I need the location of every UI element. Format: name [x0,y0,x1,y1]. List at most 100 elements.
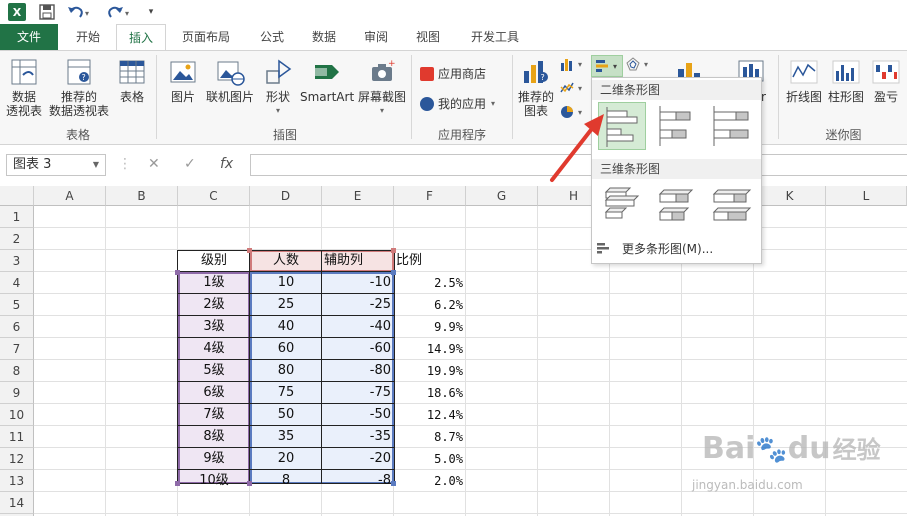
header-people[interactable]: 人数 [250,250,322,272]
3d-stacked-bar-option[interactable] [652,182,700,230]
customize-qat-icon[interactable]: ▾ [145,3,157,21]
3d-100-stacked-bar-option[interactable] [706,182,754,230]
table-cell-ratio[interactable]: 2.0% [394,470,466,492]
table-cell-ratio[interactable]: 6.2% [394,294,466,316]
column-header-c[interactable]: C [178,186,250,206]
table-cell-level[interactable]: 4级 [178,338,250,360]
row-header-5[interactable]: 5 [0,294,34,316]
name-box-dropdown-icon[interactable]: ▼ [93,155,99,175]
column-header-g[interactable]: G [466,186,538,206]
line-chart-button[interactable]: ▾ [560,81,582,95]
row-header-4[interactable]: 4 [0,272,34,294]
table-cell-ratio[interactable]: 19.9% [394,360,466,382]
tab-view[interactable]: 视图 [406,24,450,50]
row-header-1[interactable]: 1 [0,206,34,228]
range-handle[interactable] [391,248,396,253]
table-cell-people[interactable]: 75 [250,382,322,404]
tab-file[interactable]: 文件 [0,24,58,50]
enter-icon[interactable]: ✓ [184,156,196,172]
table-cell-level[interactable]: 8级 [178,426,250,448]
table-cell-helper[interactable]: -20 [322,448,394,470]
row-header-10[interactable]: 10 [0,404,34,426]
row-header-11[interactable]: 11 [0,426,34,448]
row-header-6[interactable]: 6 [0,316,34,338]
table-cell-level[interactable]: 6级 [178,382,250,404]
row-header-14[interactable]: 14 [0,492,34,514]
undo-icon[interactable]: ▾ [66,3,92,21]
table-cell-people[interactable]: 8 [250,470,322,492]
table-cell-ratio[interactable]: 9.9% [394,316,466,338]
table-cell-people[interactable]: 35 [250,426,322,448]
table-cell-ratio[interactable]: 5.0% [394,448,466,470]
screenshot-button[interactable]: + 屏幕截图 ▾ [356,55,408,118]
pivottable-button[interactable]: 数据 透视表 [4,55,44,118]
range-handle[interactable] [175,270,180,275]
range-handle[interactable] [175,481,180,486]
table-cell-level[interactable]: 1级 [178,272,250,294]
tab-page-layout[interactable]: 页面布局 [170,24,242,50]
row-header-7[interactable]: 7 [0,338,34,360]
column-header-a[interactable]: A [34,186,106,206]
more-bar-charts-link[interactable]: 更多条形图(M)... [596,238,713,258]
100-stacked-bar-option[interactable] [706,102,754,150]
tab-review[interactable]: 审阅 [354,24,398,50]
pictures-button[interactable]: 图片 [166,55,200,104]
save-icon[interactable] [38,3,56,21]
column-header-f[interactable]: F [394,186,466,206]
tab-insert[interactable]: 插入 [116,24,166,51]
table-cell-level[interactable]: 10级 [178,470,250,492]
shapes-button[interactable]: 形状 ▾ [260,55,296,118]
table-cell-level[interactable]: 9级 [178,448,250,470]
header-ratio[interactable]: 比例 [394,250,466,272]
sparkline-winloss-button[interactable]: 盈亏 [868,55,904,104]
table-cell-level[interactable]: 2级 [178,294,250,316]
table-cell-people[interactable]: 20 [250,448,322,470]
tab-developer[interactable]: 开发工具 [462,24,528,50]
table-cell-people[interactable]: 60 [250,338,322,360]
table-cell-level[interactable]: 3级 [178,316,250,338]
column-header-b[interactable]: B [106,186,178,206]
recommended-pivottables-button[interactable]: ? 推荐的 数据透视表 [46,55,112,118]
sparkline-line-button[interactable]: 折线图 [784,55,824,104]
column-chart-button[interactable]: ▾ [560,57,582,71]
table-cell-ratio[interactable]: 12.4% [394,404,466,426]
store-button[interactable]: 应用商店 [420,65,486,82]
table-cell-helper[interactable]: -8 [322,470,394,492]
table-cell-ratio[interactable]: 2.5% [394,272,466,294]
table-cell-helper[interactable]: -75 [322,382,394,404]
table-cell-people[interactable]: 10 [250,272,322,294]
insert-function-icon[interactable]: fx [220,156,233,172]
row-header-13[interactable]: 13 [0,470,34,492]
header-level[interactable]: 级别 [178,250,250,272]
table-cell-people[interactable]: 25 [250,294,322,316]
table-cell-helper[interactable]: -35 [322,426,394,448]
table-cell-helper[interactable]: -60 [322,338,394,360]
column-header-l[interactable]: L [826,186,907,206]
table-cell-level[interactable]: 7级 [178,404,250,426]
cancel-icon[interactable]: ✕ [148,156,160,172]
table-cell-people[interactable]: 50 [250,404,322,426]
select-all-corner[interactable] [0,186,34,206]
table-cell-people[interactable]: 80 [250,360,322,382]
column-header-k[interactable]: K [754,186,826,206]
table-cell-ratio[interactable]: 18.6% [394,382,466,404]
table-cell-ratio[interactable]: 8.7% [394,426,466,448]
my-apps-button[interactable]: 我的应用 ▾ [420,95,495,112]
name-box[interactable]: 图表 3 ▼ [6,154,106,176]
3d-clustered-bar-option[interactable] [598,182,646,230]
stacked-bar-option[interactable] [652,102,700,150]
scatter-chart-button[interactable]: ▾ [626,57,648,71]
sparkline-column-button[interactable]: 柱形图 [826,55,866,104]
header-helper[interactable]: 辅助列 [322,250,394,272]
table-cell-ratio[interactable]: 14.9% [394,338,466,360]
online-pictures-button[interactable]: 联机图片 [204,55,256,104]
table-cell-people[interactable]: 40 [250,316,322,338]
column-header-d[interactable]: D [250,186,322,206]
table-cell-helper[interactable]: -40 [322,316,394,338]
range-handle[interactable] [247,481,252,486]
row-header-9[interactable]: 9 [0,382,34,404]
row-header-2[interactable]: 2 [0,228,34,250]
table-cell-helper[interactable]: -50 [322,404,394,426]
redo-icon[interactable]: ▾ [106,3,132,21]
table-cell-helper[interactable]: -25 [322,294,394,316]
